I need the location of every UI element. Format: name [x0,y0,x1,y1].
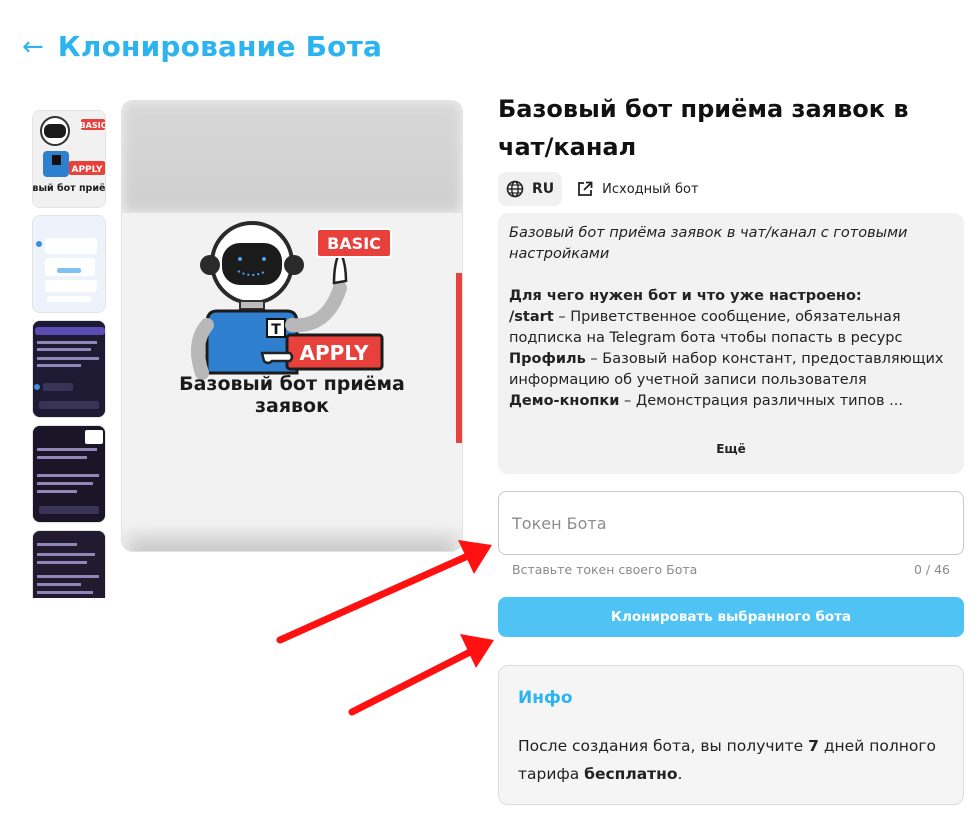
info-text-part: После создания бота, вы получите [518,737,809,755]
thumb-basic-badge: BASIC [80,121,106,130]
token-char-counter: 0 / 46 [913,562,950,577]
description-item: Профиль – Базовый набор констант, предос… [509,349,953,391]
thumbnail-strip[interactable]: BASIC APPLY зовый бот приёма [32,110,108,598]
info-text-end: . [677,765,683,783]
language-label: RU [532,181,555,197]
product-title-line2: чат/канал [498,133,637,161]
external-link-icon [578,181,593,196]
bot-logo-letter: T [271,322,281,338]
info-title: Инфо [518,688,573,708]
description-item: Демо-кнопки – Демонстрация различных тип… [509,391,953,412]
robot-illustration: T BASIC APPLY [191,221,462,443]
description-heading: Для чего нужен бот и что уже настроено: [509,288,862,304]
preview-caption: Базовый бот приёма заявок [122,373,462,417]
apply-badge: APPLY [300,341,369,365]
preview-card: T BASIC APPLY Базовый бот приёма заявок [122,213,462,531]
description-box: Базовый бот приёма заявок в чат/канал с … [498,213,964,474]
product-title: Базовый бот приёма заявок в чат/канал [498,90,938,166]
clone-bot-button[interactable]: Клонировать выбранного бота [498,597,964,637]
description-item-key: /start [509,309,554,325]
arrow-left-icon[interactable]: ← [22,34,44,60]
thumb-apply-badge: APPLY [71,165,102,175]
token-helper-text: Вставьте токен своего Бота [512,562,698,577]
thumbnail-4[interactable] [32,425,106,523]
description-item-text: – Приветственное сообщение, обязательная… [509,309,903,346]
description-intro: Базовый бот приёма заявок в чат/канал с … [509,225,908,262]
source-bot-link[interactable]: Исходный бот [576,180,699,198]
thumb-caption: зовый бот приёма [33,183,106,194]
show-more-button[interactable]: Ещё [498,439,964,460]
page-title: Клонирование Бота [57,30,383,63]
bot-token-input[interactable] [498,491,964,555]
annotation-arrow-2 [348,634,494,716]
description-item: /start – Приветственное сообщение, обяза… [509,307,953,349]
info-free: бесплатно [584,765,678,783]
dark-chat-thumbnail [33,426,105,522]
bot-illustration-thumbnail: BASIC APPLY зовый бот приёма [33,111,106,207]
source-bot-label: Исходный бот [602,181,699,197]
preview-caption-line1: Базовый бот приёма [179,373,405,395]
dark-chat-thumbnail [33,531,105,598]
annotation-arrow-1 [276,540,492,644]
page-header: ← Клонирование Бота [22,30,382,63]
globe-icon [506,180,524,198]
preview-image: T BASIC APPLY Базовый бот приёма заявок [121,100,463,552]
info-days: 7 [808,737,819,755]
preview-caption-line2: заявок [254,395,330,417]
thumbnail-2[interactable] [32,215,106,313]
dark-chat-thumbnail [33,321,105,417]
language-chip[interactable]: RU [498,172,563,206]
thumbnail-5[interactable] [32,530,106,598]
basic-badge: BASIC [327,234,381,253]
description-item-key: Демо-кнопки [509,393,620,409]
thumbnail-1[interactable]: BASIC APPLY зовый бот приёма [32,110,106,208]
blurred-text [132,541,452,551]
info-text: После создания бота, вы получите 7 дней … [518,732,948,788]
product-title-line1: Базовый бот приёма заявок в [498,95,909,123]
meta-row: RU Исходный бот [498,172,699,206]
description-item-text: – Демонстрация различных типов ... [619,393,903,409]
thumbnail-3[interactable] [32,320,106,418]
chat-screenshot-thumbnail [33,216,105,312]
blurred-area [122,101,462,213]
description-item-key: Профиль [509,351,586,367]
info-box: Инфо После создания бота, вы получите 7 … [498,665,964,805]
